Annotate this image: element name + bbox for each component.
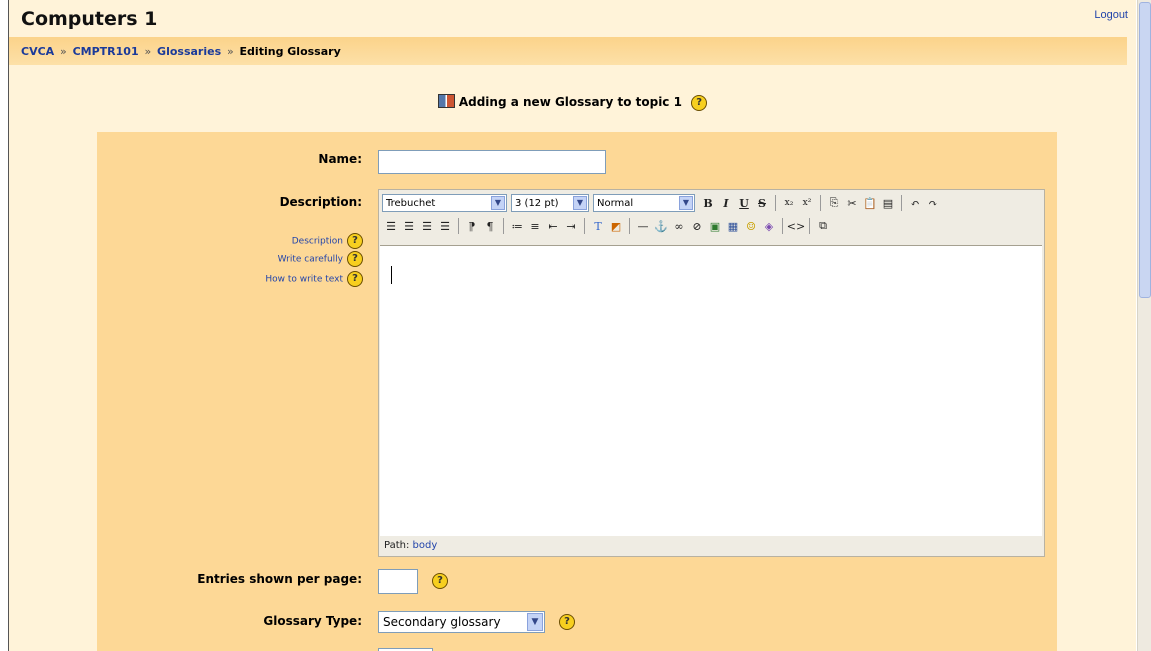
toolbar-separator [901,195,902,211]
logout-link[interactable]: Logout [1094,9,1128,21]
breadcrumb-link-cvca[interactable]: CVCA [21,45,54,58]
toolbar-separator [629,218,630,234]
breadcrumb-separator: » [60,45,67,58]
subscript-icon[interactable]: x₂ [780,194,798,212]
align-center-icon[interactable]: ☰ [400,217,418,235]
help-link-description[interactable]: Description? [97,233,363,249]
image-icon[interactable]: ▣ [706,217,724,235]
font-family-select[interactable]: Trebuchet ▼ [382,194,507,212]
special-char-icon[interactable]: ◈ [760,217,778,235]
align-right-icon[interactable]: ☰ [418,217,436,235]
glossary-type-select[interactable]: Secondary glossary ▼ [378,611,545,633]
font-family-value: Trebuchet [386,197,436,209]
path-label: Path: [384,540,410,551]
toolbar-separator [584,218,585,234]
editor-text-area[interactable] [380,245,1042,536]
ordered-list-icon[interactable]: ≔ [508,217,526,235]
description-label: Description: [279,195,362,209]
page-body: Computers 1 Logout CVCA » CMPTR101 » Glo… [8,0,1136,651]
page-heading-text: Adding a new Glossary to topic 1 [458,95,682,109]
anchor-icon[interactable]: ⚓ [652,217,670,235]
help-icon[interactable]: ? [347,233,363,249]
text-color-icon[interactable]: T [589,217,607,235]
help-link-write-carefully[interactable]: Write carefully? [97,251,363,267]
help-icon[interactable]: ? [691,94,708,111]
chevron-down-icon[interactable]: ▼ [527,613,543,631]
glossary-book-icon [437,94,455,108]
toolbar-separator [458,218,459,234]
rtl-icon[interactable]: ¶ [481,217,499,235]
help-link-label[interactable]: Description [292,237,343,247]
superscript-icon[interactable]: x² [798,194,816,212]
breadcrumb-link-course[interactable]: CMPTR101 [73,45,139,58]
path-value[interactable]: body [413,540,438,551]
scrollbar-thumb[interactable] [1139,2,1151,298]
smiley-icon[interactable]: ☺ [742,217,760,235]
breadcrumb-separator: » [144,45,152,58]
indent-icon[interactable]: ⇥ [562,217,580,235]
help-link-how-to-write[interactable]: How to write text? [97,271,363,287]
name-input[interactable] [378,150,606,174]
html-source-icon[interactable]: <> [787,217,805,235]
justify-icon[interactable]: ☰ [436,217,454,235]
link-icon[interactable]: ∞ [670,217,688,235]
navbar: CVCA » CMPTR101 » Glossaries » Editing G… [9,37,1127,65]
name-label: Name: [318,152,362,166]
table-icon[interactable]: ▦ [724,217,742,235]
toolbar-separator [503,218,504,234]
editor-path-bar: Path: body [380,537,1042,555]
help-link-label[interactable]: How to write text [265,275,343,285]
strikethrough-icon[interactable]: S [753,194,771,212]
page-heading: Adding a new Glossary to topic 1 ? [9,94,1136,111]
glossary-type-value: Secondary glossary [383,615,501,629]
editor-toolbar-top: Trebuchet ▼ 3 (12 pt) ▼ Normal ▼ B I U S… [382,192,942,214]
paste-icon[interactable]: 📋 [861,194,879,212]
redo-icon[interactable]: ↷ [924,194,942,212]
format-value: Normal [597,197,634,209]
font-size-select[interactable]: 3 (12 pt) ▼ [511,194,589,212]
toolbar-separator [775,195,776,211]
underline-icon[interactable]: U [735,194,753,212]
format-select[interactable]: Normal ▼ [593,194,695,212]
breadcrumb-link-glossaries[interactable]: Glossaries [157,45,221,58]
italic-icon[interactable]: I [717,194,735,212]
outdent-icon[interactable]: ⇤ [544,217,562,235]
horizontal-rule-icon[interactable]: — [634,217,652,235]
chevron-down-icon[interactable]: ▼ [679,196,693,210]
breadcrumb-separator: » [226,45,234,58]
entries-per-page-input[interactable] [378,569,418,594]
glossary-form: Name: Description: Description? Write ca… [97,132,1057,651]
paste-word-icon[interactable]: ▤ [879,194,897,212]
entries-per-page-label: Entries shown per page: [197,572,362,586]
html-editor: Trebuchet ▼ 3 (12 pt) ▼ Normal ▼ B I U S… [378,189,1045,557]
font-size-value: 3 (12 pt) [515,197,559,209]
toolbar-separator [809,218,810,234]
align-left-icon[interactable]: ☰ [382,217,400,235]
bold-icon[interactable]: B [699,194,717,212]
help-icon[interactable]: ? [347,271,363,287]
site-title: Computers 1 [21,8,158,30]
help-icon[interactable]: ? [432,573,448,589]
text-caret [391,266,392,284]
glossary-type-label: Glossary Type: [263,614,362,628]
cut-icon[interactable]: ✂ [843,194,861,212]
chevron-down-icon[interactable]: ▼ [491,196,505,210]
help-icon[interactable]: ? [559,614,575,630]
toolbar-separator [820,195,821,211]
editor-toolbar-bottom: ☰ ☰ ☰ ☰ ⁋ ¶ ≔ ≡ ⇤ ⇥ T ◩ — ⚓ ∞ ⊘ ▣ ▦ ☺ ◈ … [382,215,832,237]
toolbar-separator [782,218,783,234]
undo-icon[interactable]: ↶ [906,194,924,212]
vertical-scrollbar[interactable] [1137,0,1151,651]
fullscreen-icon[interactable]: ⧉ [814,217,832,235]
help-link-label[interactable]: Write carefully [278,255,343,265]
unordered-list-icon[interactable]: ≡ [526,217,544,235]
breadcrumb-current: Editing Glossary [239,45,341,58]
copy-icon[interactable]: ⎘ [825,194,843,212]
help-icon[interactable]: ? [347,251,363,267]
breadcrumb: CVCA » CMPTR101 » Glossaries » Editing G… [21,45,341,58]
ltr-icon[interactable]: ⁋ [463,217,481,235]
chevron-down-icon[interactable]: ▼ [573,196,587,210]
unlink-icon[interactable]: ⊘ [688,217,706,235]
background-color-icon[interactable]: ◩ [607,217,625,235]
